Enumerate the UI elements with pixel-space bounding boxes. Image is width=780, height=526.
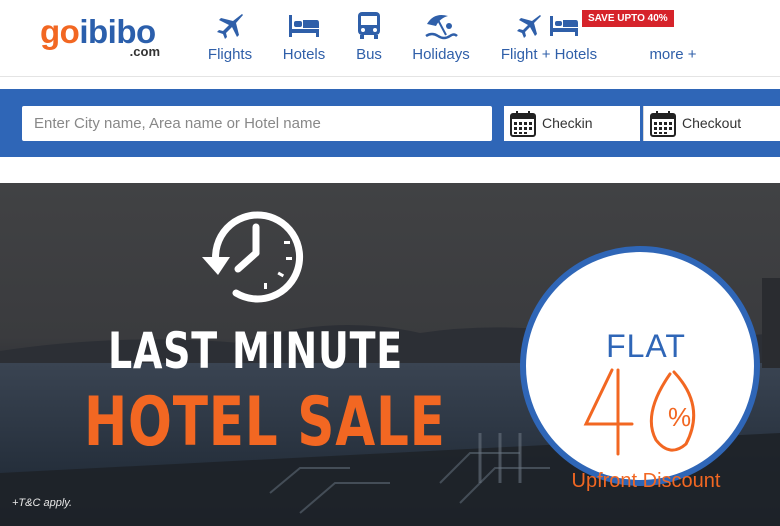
- percent-sign: %: [668, 402, 691, 432]
- upfront-discount-caption: Upfront Discount: [571, 470, 721, 492]
- city-hotel-search-input[interactable]: [22, 106, 492, 141]
- last-minute-sale-banner[interactable]: LAST MINUTE HOTEL SALE FLAT % Upfront Di…: [0, 183, 780, 526]
- nav-holidays-label: Holidays: [412, 46, 470, 63]
- flat-label: FLAT: [606, 328, 686, 364]
- calendar-icon: [650, 111, 676, 137]
- checkout-date-field[interactable]: Checkout: [643, 106, 780, 141]
- hotel-search-bar: Checkin Checkout: [0, 89, 780, 157]
- bed-icon: [289, 15, 319, 37]
- nav-bus-label: Bus: [356, 46, 382, 63]
- checkin-date-field[interactable]: Checkin: [504, 106, 640, 141]
- nav-more-label: more +: [649, 46, 697, 63]
- nav-flight-hotels-label: Flight + Hotels: [500, 46, 598, 63]
- checkout-label: Checkout: [682, 115, 742, 131]
- airplane-bed-icon: [517, 15, 578, 38]
- forty-percent-graphic: %: [583, 368, 696, 456]
- nav-hotels[interactable]: Hotels: [280, 10, 328, 68]
- nav-bus[interactable]: Bus: [352, 10, 386, 68]
- headline-last-minute: LAST MINUTE: [108, 322, 403, 380]
- discount-badge: FLAT % Upfront Discount: [520, 246, 760, 492]
- top-header: goibibo .com Flights Hotels Bus Holidays…: [0, 0, 780, 77]
- logo-com-text: .com: [129, 44, 160, 59]
- checkin-label: Checkin: [542, 115, 593, 131]
- beach-umbrella-icon: [425, 15, 458, 40]
- nav-flights[interactable]: Flights: [203, 10, 257, 68]
- save-upto-badge: SAVE UPTO 40%: [582, 10, 674, 27]
- terms-apply-note: +T&C apply.: [12, 497, 73, 509]
- clock-rewind-icon: [202, 211, 304, 303]
- nav-holidays[interactable]: Holidays: [410, 10, 472, 68]
- nav-flights-label: Flights: [207, 46, 253, 63]
- logo-go-text: go: [40, 13, 80, 50]
- nav-hotels-label: Hotels: [282, 46, 326, 63]
- nav-more[interactable]: more +: [645, 46, 701, 68]
- goibibo-logo[interactable]: goibibo .com: [40, 12, 166, 64]
- calendar-icon: [510, 111, 536, 137]
- bus-icon: [358, 12, 380, 39]
- airplane-icon: [217, 14, 243, 39]
- headline-hotel-sale: HOTEL SALE: [84, 383, 446, 462]
